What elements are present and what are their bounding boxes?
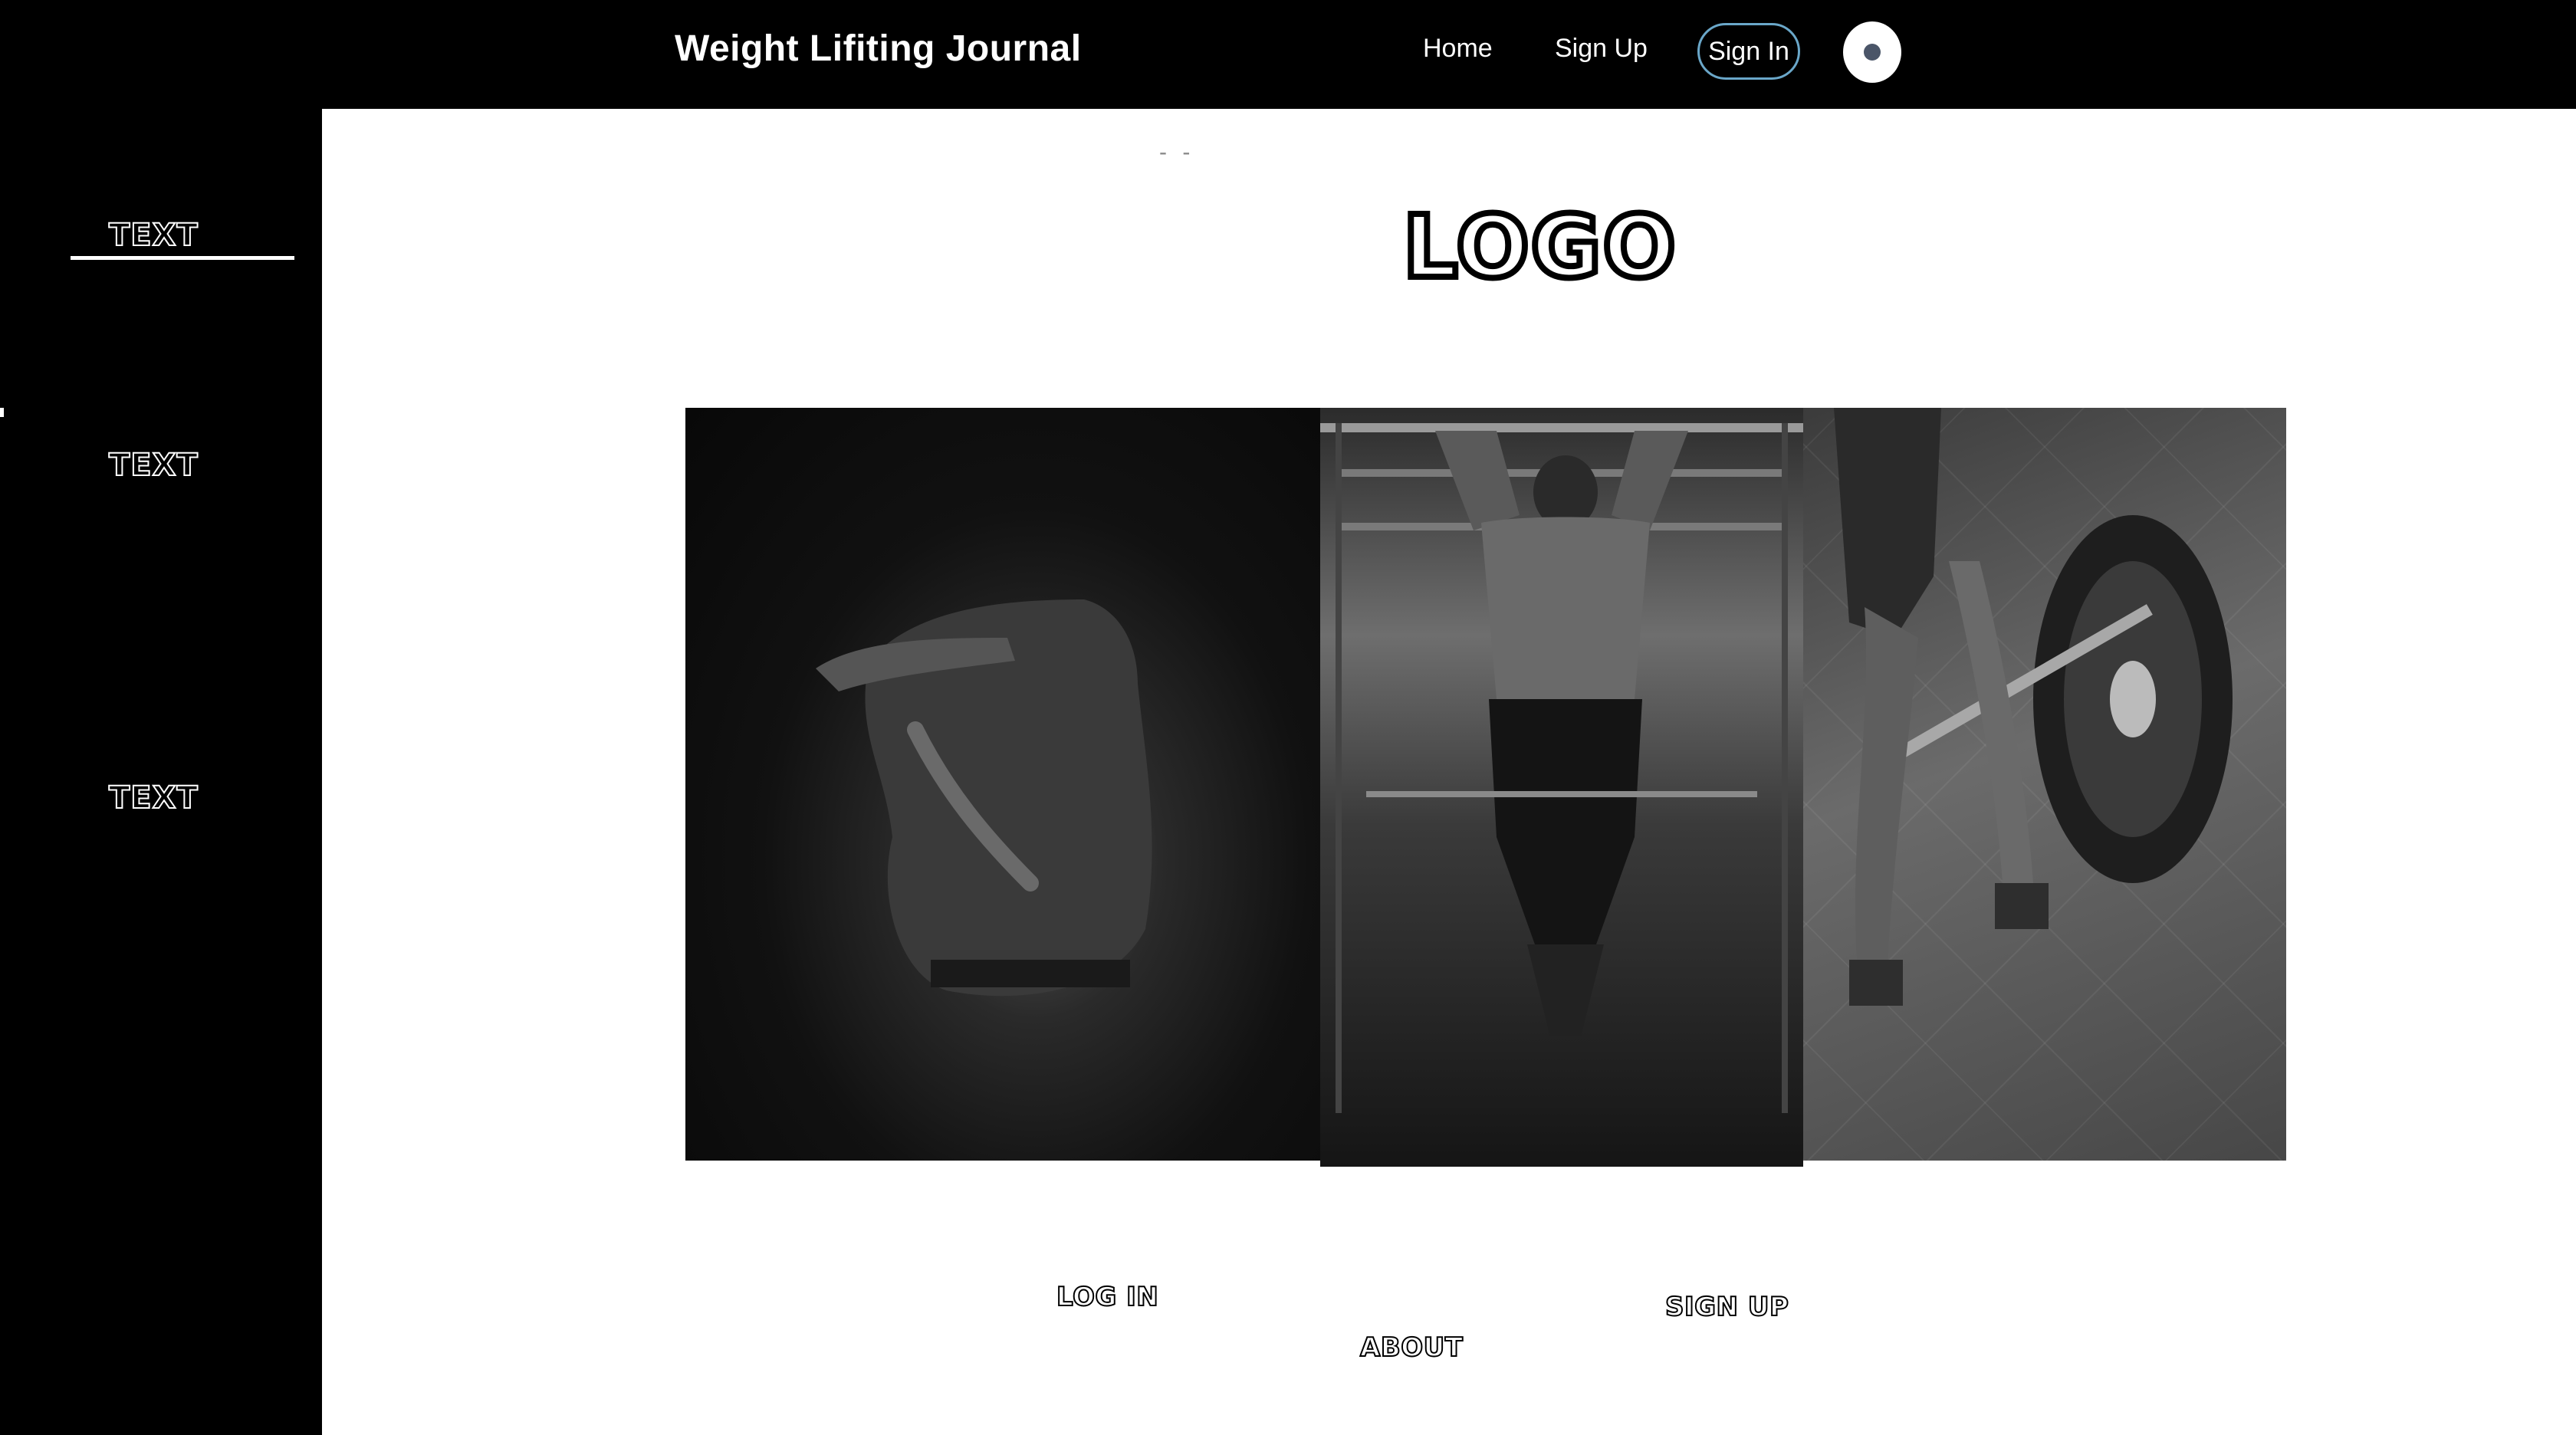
sidebar-edge-marker [0, 408, 4, 417]
sidebar-item-2[interactable]: TEXT [108, 447, 199, 484]
sidebar-active-underline [71, 256, 294, 260]
gallery-image-pullups [1320, 408, 1803, 1167]
stretching-illustration [816, 599, 1152, 997]
signup-link[interactable]: SIGN UP [1664, 1291, 1789, 1323]
sidebar-item-3[interactable]: TEXT [108, 780, 199, 816]
brand-title[interactable]: Weight Lifiting Journal [675, 28, 1082, 70]
theme-toggle-button[interactable] [1843, 21, 1901, 83]
nav-signup-link[interactable]: Sign Up [1555, 34, 1648, 64]
login-link[interactable]: LOG IN [1056, 1281, 1159, 1313]
about-link[interactable]: ABOUT [1359, 1332, 1464, 1364]
logo-heading: LOGO [1400, 195, 1679, 300]
barbell-illustration [1834, 408, 2233, 1006]
theme-toggle-icon [1864, 44, 1881, 61]
decorative-dashes: - - [1159, 140, 1195, 165]
gallery-image-stretching [685, 408, 1322, 1161]
nav-home-link[interactable]: Home [1423, 34, 1493, 64]
top-nav-bar: Weight Lifiting Journal Home Sign Up Sig… [0, 0, 2576, 109]
sign-in-button[interactable]: Sign In [1697, 23, 1800, 80]
sidebar: TEXT TEXT TEXT [0, 109, 322, 1435]
gallery-image-barbell [1803, 408, 2286, 1161]
sidebar-item-1[interactable]: TEXT [108, 217, 199, 254]
pullup-illustration [1320, 423, 1803, 1113]
